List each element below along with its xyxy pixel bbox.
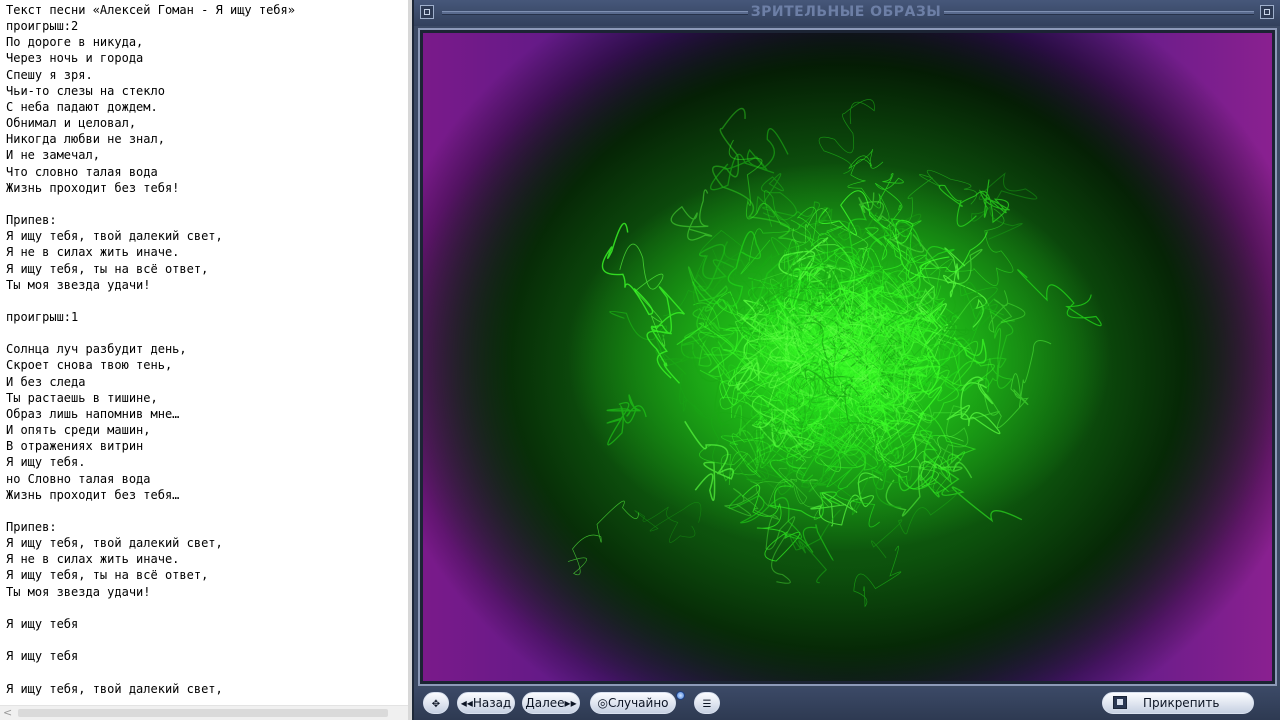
lyrics-text-editor[interactable]: Текст песни «Алексей Гоман - Я ищу тебя»… [0,0,412,720]
attach-button-label: Прикрепить [1143,696,1220,710]
scrollbar-thumb[interactable] [18,709,388,717]
title-bar-grip-right [944,11,1254,15]
visualization-frame [418,28,1277,686]
tangle-strand [910,405,969,470]
tangle-strand [1017,269,1102,327]
list-icon: ☰ [702,699,712,710]
tangle-strand [646,286,686,384]
tangle-strand [601,222,654,316]
tangle-strand [670,189,713,241]
title-bar[interactable]: ЗРИТЕЛЬНЫЕ ОБРАЗЫ [414,0,1280,26]
lyrics-text[interactable]: Текст песни «Алексей Гоман - Я ищу тебя»… [6,2,295,697]
next-button[interactable]: Далее▸▸ [522,692,580,714]
tangle-strand [946,376,1001,435]
tangle-strand [818,99,875,175]
previous-button[interactable]: ◂◂Назад [457,692,515,714]
window-title: ЗРИТЕЛЬНЫЕ ОБРАЗЫ [750,4,942,20]
tangle-strand [870,480,959,559]
title-bar-grip-left [442,11,748,15]
control-bar: ✥ ◂◂Назад Далее▸▸ ◎Случайно ☰ Прикрепить [414,688,1280,720]
tangle-strand [741,484,801,562]
horizontal-scrollbar[interactable]: < [0,705,412,720]
visualization-window: ЗРИТЕЛЬНЫЕ ОБРАЗЫ ✥ ◂◂Назад Далее▸▸ ◎Слу… [412,0,1280,720]
scroll-left-arrow-icon[interactable]: < [3,706,12,719]
tangle-strand [606,394,647,446]
tangle-strand [567,500,639,575]
tangle-strand [942,281,998,331]
green-tangle-graphic [567,99,1102,608]
move-window-button[interactable]: ✥ [423,692,449,714]
random-indicator-icon [676,691,685,700]
tangle-strand [609,310,687,375]
random-button[interactable]: ◎Случайно [590,692,676,714]
tangle-strand [728,494,834,561]
tangle-strand [938,179,1010,227]
window-menu-icon[interactable] [420,5,434,19]
window-close-icon[interactable] [1260,5,1274,19]
tangle-strand [853,545,902,608]
attach-button[interactable]: Прикрепить [1102,692,1254,714]
tangle-strand [898,429,1023,523]
visualization-canvas[interactable] [423,33,1272,681]
tangle-strand [634,501,702,543]
visualization-list-button[interactable]: ☰ [694,692,720,714]
move-icon: ✥ [431,699,441,710]
dock-icon [1113,696,1127,709]
